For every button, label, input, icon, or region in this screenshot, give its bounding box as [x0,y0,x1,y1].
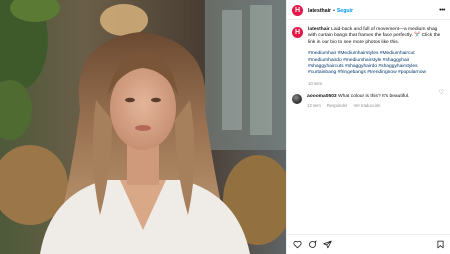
caption-hashtags[interactable]: #mediumhair #Mediumhairstyles #Mediumhai… [308,51,442,77]
reply-button[interactable]: Responder [327,103,348,108]
comment-icon[interactable] [308,240,317,249]
caption-time: 10 sem [308,80,323,86]
comment-time: 13 sem [307,102,321,108]
commenter-username[interactable]: aoooma0503 [307,94,337,99]
heart-icon[interactable] [293,240,302,249]
translate-button[interactable]: Ver traducción [354,103,381,108]
post-container: H latesthair • Seguir ••• H latesthair L… [0,0,450,254]
caption-username[interactable]: latesthair [308,27,330,32]
more-horizontal-icon[interactable]: ••• [439,7,445,14]
comment-like-heart-icon[interactable]: ♡ [439,89,444,96]
separator-dot: • [333,7,335,14]
bookmark-icon[interactable] [436,240,445,249]
author-avatar[interactable]: H [292,5,303,16]
woman-portrait-image [0,0,286,254]
caption-author-avatar[interactable]: H [292,27,303,38]
caption: H latesthair Laid-back and full of movem… [287,20,450,86]
commenter-avatar[interactable] [292,93,302,104]
comment-text: What colour is this? It's beautiful. [338,93,410,99]
comment-item: aoooma0503 What colour is this? It's bea… [287,86,450,108]
author-username[interactable]: latesthair [308,8,331,14]
action-bar [287,234,450,254]
post-image[interactable] [0,0,286,254]
post-side-panel: H latesthair • Seguir ••• H latesthair L… [286,0,450,254]
post-header: H latesthair • Seguir ••• [287,0,450,20]
follow-button[interactable]: Seguir [337,8,353,14]
share-icon[interactable] [323,240,332,249]
